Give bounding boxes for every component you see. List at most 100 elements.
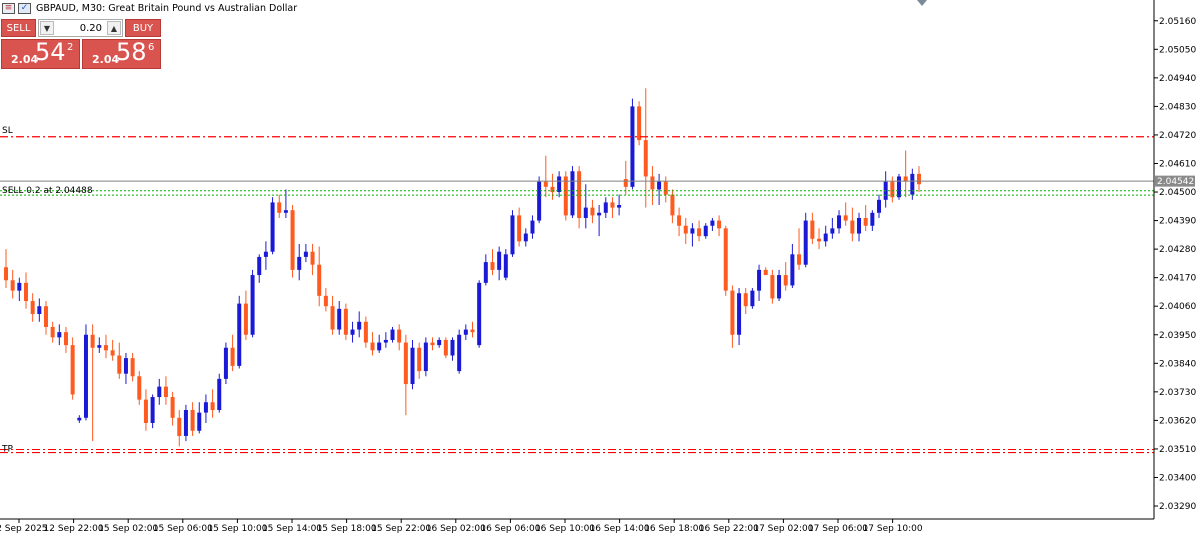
candle (357, 311, 362, 338)
candle-body (390, 329, 395, 340)
candle-body (763, 269, 768, 276)
candle (483, 254, 488, 286)
candle-body (343, 308, 348, 335)
candle-body (417, 347, 422, 372)
candle-body (263, 251, 268, 257)
candle-body (123, 358, 128, 374)
x-tick-label: 15 Sep 22:00 (371, 524, 431, 534)
sell-price-box[interactable]: 2.04 54 2 (1, 38, 80, 69)
candle-body (790, 254, 795, 286)
candle-body (650, 176, 655, 190)
candle-body (370, 342, 375, 351)
candle (603, 197, 608, 218)
candle (870, 210, 875, 231)
indicator-list-icon[interactable]: ✓ (18, 2, 31, 14)
candle (750, 288, 755, 309)
candle (310, 243, 315, 276)
x-tick-label: 17 Sep 02:00 (753, 524, 813, 534)
y-tick-label: 2.03950 (1159, 331, 1196, 341)
volume-input[interactable] (57, 20, 104, 36)
candle (550, 173, 555, 200)
candle (443, 337, 448, 359)
candle-body (450, 339, 455, 356)
candle (250, 269, 255, 338)
x-tick-label: 16 Sep 14:00 (590, 524, 650, 534)
candle-body (797, 254, 802, 265)
candle-body (710, 220, 715, 226)
candle (83, 324, 88, 421)
y-tick-label: 2.03290 (1159, 502, 1196, 512)
candle (563, 171, 568, 221)
candle (843, 202, 848, 226)
candle (303, 243, 308, 263)
candle-body (717, 220, 722, 229)
candle (63, 326, 68, 353)
candle (757, 264, 762, 302)
candle-body (677, 215, 682, 226)
volume-decrease-icon[interactable]: ▼ (40, 21, 54, 35)
x-tick-label: 17 Sep 06:00 (808, 524, 868, 534)
y-axis-ticks: 2.05160 2.05050 2.04940 2.04830 2.04720 2.046… (1154, 17, 1196, 512)
candle (623, 160, 628, 195)
candle (197, 402, 202, 434)
candle-body (37, 306, 42, 314)
candle (877, 194, 882, 218)
candle-body (217, 378, 222, 411)
candle (190, 402, 195, 436)
candle (283, 189, 288, 218)
candle (823, 225, 828, 247)
candle (57, 324, 62, 346)
price-chart[interactable]: SL TP SELL 0.2 at 2.04488 2.05160 2.05050… (0, 0, 1200, 536)
candle (683, 217, 688, 244)
candle-body (770, 275, 775, 299)
candle-body (870, 212, 875, 226)
candle-body (270, 202, 275, 252)
candle-body (383, 339, 388, 343)
candle (43, 301, 48, 335)
candle-body (750, 290, 755, 307)
candle-body (577, 171, 582, 218)
chart-title: GBPAUD, M30: Great Britain Pound vs Aust… (36, 2, 298, 14)
chart-properties-icon[interactable]: ≡ (2, 2, 15, 14)
candle (183, 404, 188, 442)
collapse-arrow-icon[interactable] (917, 0, 927, 6)
entry-label: SELL 0.2 at 2.04488 (2, 186, 93, 196)
candle (530, 215, 535, 239)
candle (717, 215, 722, 237)
candle (323, 288, 328, 312)
candle (743, 288, 748, 314)
sell-button[interactable]: SELL (1, 19, 36, 37)
candle (17, 277, 22, 302)
candle (817, 228, 822, 250)
y-tick-label: 2.04610 (1159, 159, 1196, 169)
candle (97, 337, 102, 353)
candle (737, 288, 742, 346)
candle-body (117, 355, 122, 374)
buy-button[interactable]: BUY (125, 19, 161, 37)
candle (537, 176, 542, 224)
candle-body (543, 181, 548, 187)
buy-price-box[interactable]: 2.04 58 6 (82, 38, 161, 69)
candle (770, 269, 775, 304)
candle-body (830, 228, 835, 234)
volume-stepper[interactable]: ▼ ▲ (38, 19, 123, 37)
candle (903, 150, 908, 198)
candle (23, 272, 28, 309)
candle (317, 246, 322, 307)
candle (277, 194, 282, 218)
volume-increase-icon[interactable]: ▲ (107, 21, 121, 35)
candle (77, 415, 82, 423)
candle (777, 269, 782, 302)
candle (370, 332, 375, 356)
candle-body (330, 306, 335, 330)
candle (50, 321, 55, 343)
candle-body (777, 275, 782, 299)
candle-body (130, 358, 135, 377)
candle-body (477, 282, 482, 346)
candle-body (877, 199, 882, 213)
candle-body (623, 179, 628, 187)
candle-body (483, 262, 488, 283)
y-tick-label: 2.03620 (1159, 416, 1196, 426)
candle (363, 316, 368, 348)
candle (643, 88, 648, 208)
